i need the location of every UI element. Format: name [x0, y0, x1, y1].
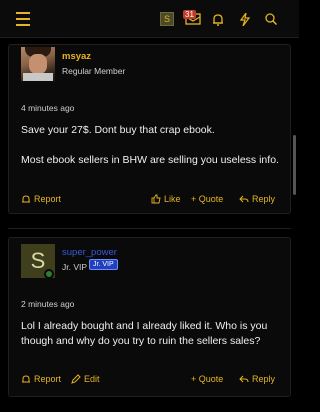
username-link[interactable]: super_power: [62, 247, 117, 258]
post-actions: Report Edit + Quote Reply: [21, 374, 283, 388]
edit-label: Edit: [84, 374, 100, 384]
rank-badge: Jr. VIP: [89, 259, 118, 270]
post-actions: Report Like + Quote Reply: [21, 194, 283, 208]
post-timestamp[interactable]: 2 minutes ago: [21, 299, 74, 309]
menu-icon[interactable]: [14, 10, 32, 28]
quote-label: + Quote: [191, 194, 224, 204]
reply-label: Reply: [252, 194, 276, 204]
pencil-icon: [71, 374, 81, 384]
bolt-icon[interactable]: [238, 10, 252, 28]
post-paragraph: Lol I already bought and I already liked…: [21, 320, 268, 347]
post-divider: [8, 228, 291, 229]
reply-icon: [239, 195, 249, 203]
thumbs-up-icon: [151, 194, 161, 204]
notification-count-badge: 31: [183, 10, 196, 19]
avatar[interactable]: [21, 47, 55, 81]
like-button[interactable]: Like: [151, 194, 181, 204]
report-label: Report: [34, 194, 62, 204]
scrollbar[interactable]: [293, 135, 296, 195]
bell-icon[interactable]: [211, 10, 225, 28]
post-paragraph: Save your 27$. Dont buy that crap ebook.: [21, 124, 215, 136]
quote-button[interactable]: + Quote: [191, 194, 223, 204]
username-link[interactable]: msyaz: [62, 51, 91, 62]
top-navbar: S 31: [0, 0, 299, 38]
like-label: Like: [164, 194, 181, 204]
post-paragraph: Most ebook sellers in BHW are selling yo…: [21, 154, 279, 166]
quote-label: + Quote: [191, 374, 224, 384]
quote-button[interactable]: + Quote: [191, 374, 223, 384]
user-initial: S: [163, 14, 170, 24]
bell-icon: [22, 195, 30, 203]
reply-label: Reply: [252, 374, 276, 384]
post-timestamp[interactable]: 4 minutes ago: [21, 103, 74, 113]
user-title: Jr. VIP: [62, 262, 88, 272]
post-msyaz: msyaz Regular Member 4 minutes ago Save …: [8, 44, 291, 214]
avatar-initial: S: [30, 248, 46, 273]
report-button[interactable]: Report: [21, 194, 61, 204]
bell-icon: [22, 375, 30, 383]
user-title: Regular Member: [62, 66, 126, 76]
search-icon[interactable]: [264, 10, 278, 28]
reply-icon: [239, 375, 249, 383]
post-body: Save your 27$. Dont buy that crap ebook.…: [21, 123, 281, 183]
report-label: Report: [34, 374, 62, 384]
post-body: Lol I already bought and I already liked…: [21, 319, 281, 364]
reply-button[interactable]: Reply: [239, 194, 275, 204]
post-super-power: S super_power Jr. VIP Jr. VIP 2 minutes …: [8, 237, 291, 397]
user-avatar-button[interactable]: S: [160, 12, 174, 26]
reply-button[interactable]: Reply: [239, 374, 275, 384]
report-button[interactable]: Report: [21, 374, 61, 384]
edit-button[interactable]: Edit: [71, 374, 100, 384]
online-status-icon: [44, 269, 54, 279]
